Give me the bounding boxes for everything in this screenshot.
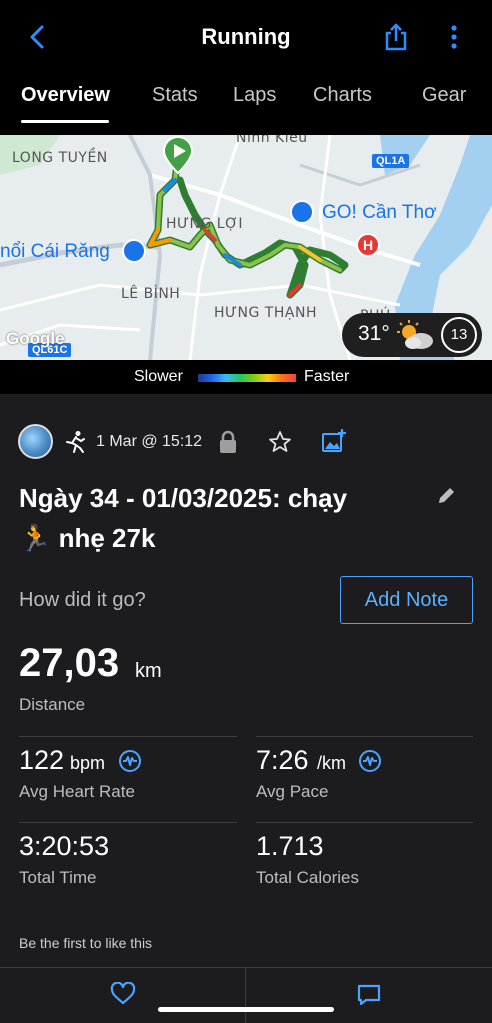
divider (256, 736, 473, 737)
calories-label: Total Calories (256, 868, 359, 887)
activity-title-line-1: Ngày 34 - 01/03/2025: chạy (19, 483, 348, 513)
pace-label: Avg Pace (256, 782, 329, 801)
total-time-label: Total Time (19, 868, 97, 887)
activity-title-line-2: 🏃 nhẹ 27k (19, 523, 156, 553)
heart-rate-value: 122 (19, 745, 65, 775)
heart-rate-zone-icon[interactable] (118, 749, 142, 773)
activity-date: 1 Mar @ 15:12 (96, 433, 203, 450)
heart-rate-unit: bpm (70, 753, 106, 773)
tab-gear[interactable]: Gear (422, 84, 466, 107)
shopping-pin-icon[interactable] (122, 239, 146, 263)
how-did-it-go-prompt: How did it go? (19, 589, 146, 611)
activity-meta-row: 1 Mar @ 15:12 (0, 424, 492, 464)
divider (245, 967, 246, 1023)
more-vertical-icon[interactable] (444, 22, 464, 52)
pace-legend: Slower Faster (0, 360, 492, 394)
partly-cloudy-sun-icon (397, 320, 433, 349)
google-logo: Google (6, 329, 65, 348)
map-label-hung-loi: HƯNG LỢI (166, 216, 244, 232)
divider (256, 822, 473, 823)
running-icon (66, 431, 85, 453)
heart-rate-label: Avg Heart Rate (19, 782, 135, 801)
pace-unit: /km (317, 753, 346, 773)
legend-gradient (198, 374, 296, 382)
divider (19, 736, 237, 737)
heart-icon[interactable] (110, 982, 136, 1006)
share-icon[interactable] (381, 22, 411, 52)
map-label-cai-rang[interactable]: nổi Cái Răng (0, 241, 110, 263)
tab-stats[interactable]: Stats (152, 84, 198, 107)
distance-unit: km (135, 660, 162, 682)
road-badge-ql1a: QL1A (372, 154, 410, 168)
pace-value: 7:26 (256, 745, 309, 775)
map-label-go-can-tho[interactable]: GO! Cần Thơ (322, 202, 437, 224)
activity-title: Ngày 34 - 01/03/2025: chạy 🏃 nhẹ 27k (19, 478, 429, 558)
map-label-hung-thanh: HƯNG THẠNH (214, 305, 317, 321)
like-prompt: Be the first to like this (19, 935, 153, 951)
page-title: Running (201, 24, 291, 49)
tab-overview[interactable]: Overview (21, 84, 110, 107)
add-note-button[interactable]: Add Note (340, 576, 473, 624)
legend-faster: Faster (304, 368, 350, 385)
shopping-pin-icon[interactable] (290, 200, 314, 224)
distance-label: Distance (19, 695, 86, 714)
map-label-ninh-kieu: Ninh Kiều (236, 135, 308, 146)
pace-zone-icon[interactable] (358, 749, 382, 773)
lock-icon[interactable] (218, 430, 238, 454)
weather-badge: 31° 13 (342, 313, 482, 357)
active-tab-indicator (21, 120, 109, 123)
temperature: 31° (358, 322, 390, 345)
calories-value: 1.713 (256, 831, 324, 861)
tab-laps[interactable]: Laps (233, 84, 276, 107)
add-photo-icon[interactable] (321, 428, 347, 454)
legend-slower: Slower (134, 368, 183, 385)
avatar[interactable] (18, 424, 53, 459)
hospital-pin-icon[interactable]: H (356, 233, 380, 257)
star-icon[interactable] (268, 430, 292, 454)
tab-charts[interactable]: Charts (313, 84, 372, 107)
comment-icon[interactable] (356, 983, 382, 1007)
tab-bar: Overview Stats Laps Charts Gear (0, 80, 492, 120)
bottom-action-bar (0, 967, 492, 1023)
map-label-long-tuyen: LONG TUYỀN (12, 150, 108, 166)
map-label-le-binh: LÊ BÌNH (121, 286, 181, 302)
divider (19, 822, 237, 823)
pencil-icon[interactable] (436, 486, 456, 506)
distance-value: 27,03 (19, 641, 120, 685)
total-time-value: 3:20:53 (19, 831, 110, 861)
home-indicator (158, 1007, 334, 1012)
wind-speed: 13 (441, 317, 477, 353)
